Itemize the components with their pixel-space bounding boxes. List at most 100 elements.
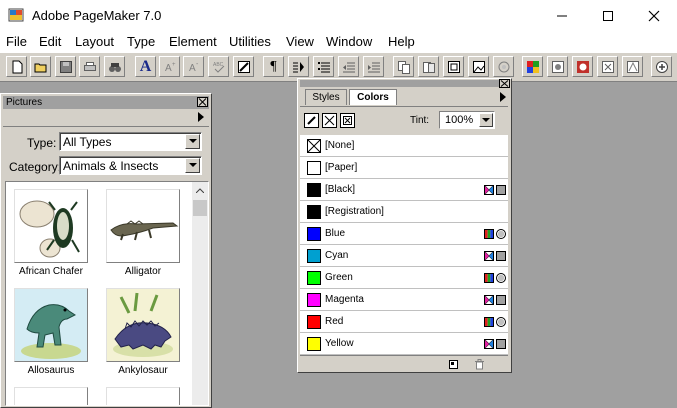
picture-thumb-allosaurus[interactable] [14, 288, 88, 362]
fill-button[interactable] [322, 113, 337, 128]
cmyk-color-model-icon [496, 185, 506, 195]
paste-pages-icon [422, 61, 435, 73]
spot-color-icon [496, 317, 506, 327]
tint-dropdown-button[interactable] [479, 113, 493, 127]
gallery-scrollbar[interactable] [192, 182, 208, 405]
menu-utilities[interactable]: Utilities [229, 34, 271, 49]
paste-button[interactable] [418, 56, 439, 77]
font-size-down-button[interactable]: A- [183, 56, 204, 77]
find-button[interactable] [104, 56, 125, 77]
spelling-icon: ABC [213, 62, 224, 73]
color-row-registration[interactable]: [Registration] [300, 201, 508, 223]
tint-label: Tint: [410, 115, 430, 126]
color-row-red[interactable]: Red [300, 311, 508, 333]
color-row-magenta[interactable]: Magenta [300, 289, 508, 311]
category-select-dropdown-button[interactable] [185, 158, 200, 173]
svg-text:-: - [196, 61, 199, 68]
stroke-button[interactable] [304, 113, 319, 128]
tab-colors[interactable]: Colors [349, 89, 397, 105]
save-button[interactable] [55, 56, 76, 77]
pictures-palette-title-bar[interactable]: Pictures [3, 96, 209, 109]
edit-story-button[interactable] [233, 56, 254, 77]
color-list: [None] [Paper] [Black] [Registration] Bl… [300, 135, 508, 355]
hyperlink-button[interactable] [493, 56, 514, 77]
picture-thumb-alligator[interactable] [106, 189, 180, 263]
color-row-green[interactable]: Green [300, 267, 508, 289]
color-row-paper[interactable]: [Paper] [300, 157, 508, 179]
close-icon [500, 80, 509, 87]
process-color-icon [484, 251, 494, 261]
zoom-in-button[interactable] [651, 56, 672, 77]
text-flow-button[interactable] [288, 56, 309, 77]
color-row-blue[interactable]: Blue [300, 223, 508, 245]
menu-help[interactable]: Help [388, 34, 415, 49]
new-document-button[interactable] [6, 56, 27, 77]
color-picture-button[interactable] [522, 56, 543, 77]
picture-thumb[interactable] [106, 387, 180, 405]
palette-menu-arrow-icon [198, 112, 204, 122]
category-select[interactable]: Animals & Insects [59, 156, 202, 175]
picture-thumb-african-chafer[interactable] [14, 189, 88, 263]
divider [3, 126, 209, 127]
picture-thumb[interactable] [14, 387, 88, 405]
minimize-button[interactable] [539, 0, 585, 31]
delete-color-button[interactable] [472, 358, 486, 370]
place-button[interactable] [443, 56, 464, 77]
picture-thumb-ankylosaur[interactable] [106, 288, 180, 362]
ankylosaur-picture [107, 289, 179, 361]
tab-styles[interactable]: Styles [305, 89, 347, 105]
scroll-up-button[interactable] [192, 182, 208, 198]
color-name: [Black] [325, 184, 356, 195]
export-pdf-button[interactable] [597, 56, 618, 77]
close-button[interactable] [631, 0, 677, 31]
color-swatch [307, 271, 321, 285]
cmyk-color-model-icon [496, 251, 506, 261]
tint-select-value: 100% [445, 114, 474, 126]
color-row-none[interactable]: [None] [300, 135, 508, 157]
adobe-online-button[interactable] [572, 56, 593, 77]
pictures-palette-menu-button[interactable] [194, 109, 208, 125]
colors-palette-drag-bar[interactable] [300, 80, 509, 87]
colors-palette-menu-button[interactable] [496, 89, 510, 105]
bulleted-list-button[interactable] [313, 56, 334, 77]
menu-file[interactable]: File [6, 34, 27, 49]
palette-menu-arrow-icon [500, 92, 506, 102]
type-select[interactable]: All Types [59, 132, 202, 151]
image-frame-button[interactable] [468, 56, 489, 77]
type-label: Type: [27, 136, 57, 150]
pictures-palette: Pictures Type: All Types Category: Anima… [0, 93, 212, 408]
increase-indent-button[interactable] [363, 56, 384, 77]
menu-type[interactable]: Type [127, 34, 155, 49]
rgb-color-model-icon [484, 229, 494, 239]
spelling-button[interactable]: ABC [208, 56, 229, 77]
tint-select[interactable]: 100% [439, 111, 495, 129]
show-pilcrow-button[interactable]: ¶ [263, 56, 284, 77]
color-row-yellow[interactable]: Yellow [300, 333, 508, 355]
color-name: [None] [325, 140, 355, 151]
color-row-cyan[interactable]: Cyan [300, 245, 508, 267]
colors-palette-close-button[interactable] [499, 79, 510, 88]
menu-layout[interactable]: Layout [75, 34, 114, 49]
fill-and-stroke-button[interactable] [340, 113, 355, 128]
menu-window[interactable]: Window [326, 34, 372, 49]
print-button[interactable] [79, 56, 100, 77]
menu-edit[interactable]: Edit [39, 34, 61, 49]
menu-view[interactable]: View [286, 34, 314, 49]
menu-element[interactable]: Element [169, 34, 217, 49]
font-button[interactable]: A [135, 56, 156, 77]
links-manager-button[interactable] [547, 56, 568, 77]
pictures-palette-close-button[interactable] [197, 97, 208, 107]
scrollbar-thumb[interactable] [193, 200, 207, 216]
acrobat-distill-button[interactable] [622, 56, 643, 77]
copy-button[interactable] [393, 56, 414, 77]
color-row-black[interactable]: [Black] [300, 179, 508, 201]
decrease-indent-button[interactable] [338, 56, 359, 77]
open-button[interactable] [30, 56, 51, 77]
font-size-down-icon: A- [189, 61, 199, 74]
process-color-icon [484, 185, 494, 195]
image-frame-icon [472, 60, 485, 73]
maximize-button[interactable] [585, 0, 631, 31]
type-select-dropdown-button[interactable] [185, 134, 200, 149]
new-color-button[interactable] [446, 358, 460, 370]
font-size-up-button[interactable]: A + [159, 56, 180, 77]
